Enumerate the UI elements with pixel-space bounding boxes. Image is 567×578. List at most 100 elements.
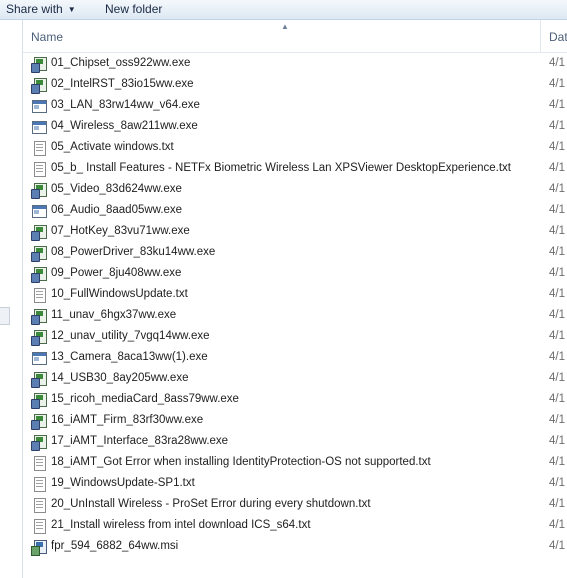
application-icon	[31, 119, 47, 135]
date-column-header[interactable]: Dat	[549, 30, 567, 44]
file-row[interactable]: 02_IntelRST_83io15ww.exe 4/1	[23, 75, 567, 96]
file-name: fpr_594_6882_64ww.msi	[51, 540, 179, 552]
application-icon	[31, 350, 47, 366]
new-folder-button[interactable]: New folder	[105, 1, 162, 17]
file-row[interactable]: 19_WindowsUpdate-SP1.txt 4/1	[23, 474, 567, 495]
text-file-icon	[31, 518, 47, 534]
file-date-modified: 4/1	[549, 393, 565, 405]
file-name: 10_FullWindowsUpdate.txt	[51, 288, 188, 300]
setup-icon	[31, 434, 47, 451]
file-row[interactable]: 04_Wireless_8aw211ww.exe 4/1	[23, 117, 567, 138]
command-bar: Share with ▼ New folder	[0, 0, 567, 20]
file-date-modified: 4/1	[549, 120, 565, 132]
file-name: 12_unav_utility_7vgq14ww.exe	[51, 330, 210, 342]
file-name: 05_Video_83d624ww.exe	[51, 183, 182, 195]
file-name: 19_WindowsUpdate-SP1.txt	[51, 477, 195, 489]
text-file-icon	[31, 455, 47, 471]
column-divider[interactable]	[540, 20, 541, 52]
file-date-modified: 4/1	[549, 330, 565, 342]
file-date-modified: 4/1	[549, 99, 565, 111]
setup-icon	[31, 371, 47, 388]
setup-icon	[31, 308, 47, 325]
file-name: 01_Chipset_oss922ww.exe	[51, 57, 191, 69]
file-row[interactable]: 15_ricoh_mediaCard_8ass79ww.exe 4/1	[23, 390, 567, 411]
sort-ascending-icon: ▲	[281, 22, 289, 31]
file-name: 06_Audio_8aad05ww.exe	[51, 204, 183, 216]
file-name: 16_iAMT_Firm_83rf30ww.exe	[51, 414, 204, 426]
file-name: 20_UnInstall Wireless - ProSet Error dur…	[51, 498, 371, 510]
file-row[interactable]: 16_iAMT_Firm_83rf30ww.exe 4/1	[23, 411, 567, 432]
file-row[interactable]: 09_Power_8ju408ww.exe 4/1	[23, 264, 567, 285]
setup-icon	[31, 182, 47, 199]
setup-icon	[31, 413, 47, 430]
file-date-modified: 4/1	[549, 225, 565, 237]
file-name: 02_IntelRST_83io15ww.exe	[51, 78, 194, 90]
setup-icon	[31, 266, 47, 283]
file-name: 15_ricoh_mediaCard_8ass79ww.exe	[51, 393, 239, 405]
column-header: ▲ Name Dat	[23, 20, 567, 53]
file-name: 11_unav_6hgx37ww.exe	[51, 309, 177, 321]
file-row[interactable]: 18_iAMT_Got Error when installing Identi…	[23, 453, 567, 474]
file-date-modified: 4/1	[549, 435, 565, 447]
chevron-down-icon: ▼	[67, 5, 76, 14]
file-name: 13_Camera_8aca13ww(1).exe	[51, 351, 208, 363]
file-row[interactable]: 21_Install wireless from intel download …	[23, 516, 567, 537]
file-date-modified: 4/1	[549, 372, 565, 384]
setup-icon	[31, 329, 47, 346]
file-date-modified: 4/1	[549, 162, 565, 174]
text-file-icon	[31, 161, 47, 177]
file-name: 21_Install wireless from intel download …	[51, 519, 311, 531]
text-file-icon	[31, 476, 47, 492]
file-row[interactable]: fpr_594_6882_64ww.msi 4/1	[23, 537, 567, 558]
file-name: 09_Power_8ju408ww.exe	[51, 267, 182, 279]
file-name: 07_HotKey_83vu71ww.exe	[51, 225, 190, 237]
file-row[interactable]: 11_unav_6hgx37ww.exe 4/1	[23, 306, 567, 327]
share-with-button[interactable]: Share with ▼	[6, 1, 76, 17]
name-column-header[interactable]: Name	[31, 30, 63, 44]
file-date-modified: 4/1	[549, 267, 565, 279]
file-date-modified: 4/1	[549, 78, 565, 90]
file-row[interactable]: 17_iAMT_Interface_83ra28ww.exe 4/1	[23, 432, 567, 453]
file-date-modified: 4/1	[549, 414, 565, 426]
file-date-modified: 4/1	[549, 57, 565, 69]
text-file-icon	[31, 287, 47, 303]
file-row[interactable]: 08_PowerDriver_83ku14ww.exe 4/1	[23, 243, 567, 264]
installer-package-icon	[31, 539, 47, 556]
file-date-modified: 4/1	[549, 351, 565, 363]
file-row[interactable]: 14_USB30_8ay205ww.exe 4/1	[23, 369, 567, 390]
file-date-modified: 4/1	[549, 309, 565, 321]
text-file-icon	[31, 140, 47, 156]
file-row[interactable]: 13_Camera_8aca13ww(1).exe 4/1	[23, 348, 567, 369]
file-date-modified: 4/1	[549, 288, 565, 300]
file-name: 17_iAMT_Interface_83ra28ww.exe	[51, 435, 229, 447]
file-row[interactable]: 12_unav_utility_7vgq14ww.exe 4/1	[23, 327, 567, 348]
file-row[interactable]: 07_HotKey_83vu71ww.exe 4/1	[23, 222, 567, 243]
file-row[interactable]: 20_UnInstall Wireless - ProSet Error dur…	[23, 495, 567, 516]
file-row[interactable]: 01_Chipset_oss922ww.exe 4/1	[23, 54, 567, 75]
file-name: 05_b_ Install Features - NETFx Biometric…	[51, 162, 511, 174]
text-file-icon	[31, 497, 47, 513]
file-row[interactable]: 05_Video_83d624ww.exe 4/1	[23, 180, 567, 201]
navigation-pane	[0, 20, 22, 578]
file-date-modified: 4/1	[549, 456, 565, 468]
file-row[interactable]: 03_LAN_83rw14ww_v64.exe 4/1	[23, 96, 567, 117]
file-row[interactable]: 05_b_ Install Features - NETFx Biometric…	[23, 159, 567, 180]
file-date-modified: 4/1	[549, 540, 565, 552]
file-date-modified: 4/1	[549, 246, 565, 258]
file-date-modified: 4/1	[549, 204, 565, 216]
file-date-modified: 4/1	[549, 141, 565, 153]
share-with-label: Share with	[6, 2, 63, 16]
file-name: 18_iAMT_Got Error when installing Identi…	[51, 456, 431, 468]
file-row[interactable]: 06_Audio_8aad05ww.exe 4/1	[23, 201, 567, 222]
file-date-modified: 4/1	[549, 519, 565, 531]
navigation-pane-scrollbar[interactable]	[0, 307, 10, 325]
file-row[interactable]: 05_Activate windows.txt 4/1	[23, 138, 567, 159]
file-row[interactable]: 10_FullWindowsUpdate.txt 4/1	[23, 285, 567, 306]
file-date-modified: 4/1	[549, 498, 565, 510]
setup-icon	[31, 245, 47, 262]
file-date-modified: 4/1	[549, 183, 565, 195]
application-icon	[31, 98, 47, 114]
setup-icon	[31, 392, 47, 409]
file-name: 14_USB30_8ay205ww.exe	[51, 372, 189, 384]
file-list: 01_Chipset_oss922ww.exe 4/1 02_IntelRST_83…	[23, 54, 567, 558]
